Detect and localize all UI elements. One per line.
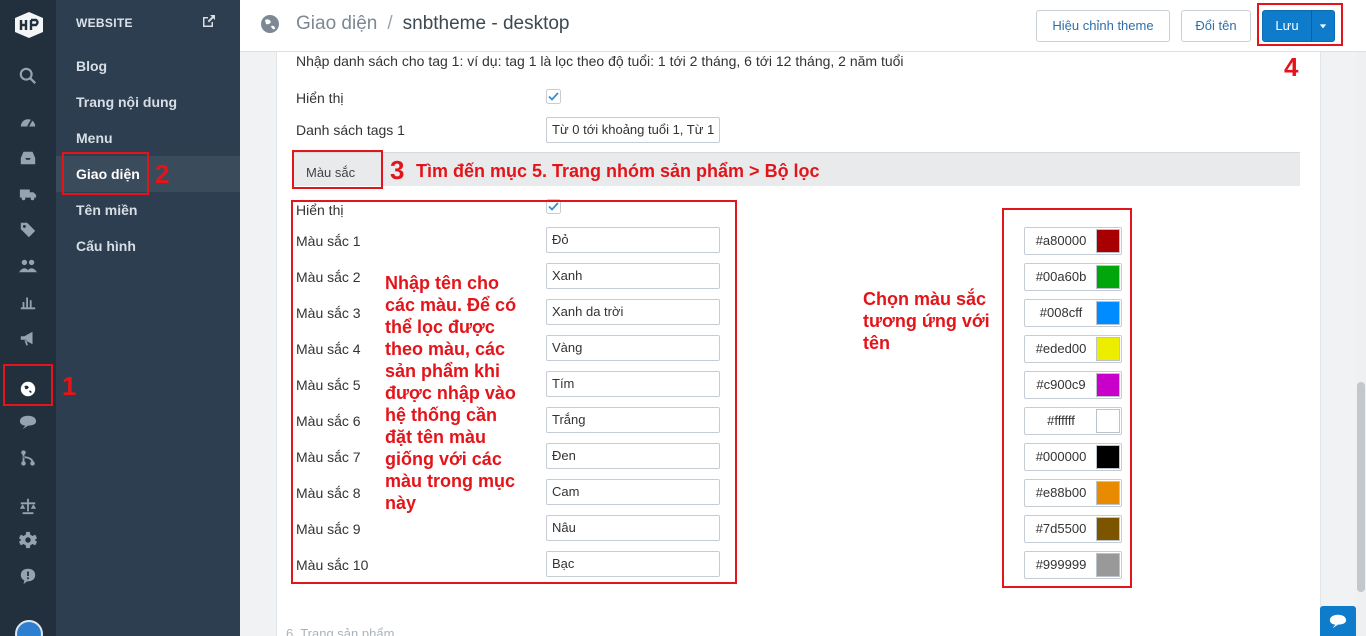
sidebar-item-blog[interactable]: Blog [56, 48, 240, 84]
sidebar-item-pages[interactable]: Trang nội dung [56, 84, 240, 120]
annotation-box-1 [3, 364, 53, 406]
dashboard-icon[interactable] [14, 110, 42, 134]
icon-rail [0, 0, 56, 636]
annotation-colors-note: Chọn màu sắc tương ứng với tên [863, 289, 990, 353]
avatar[interactable] [15, 620, 43, 636]
scrollbar-thumb[interactable] [1357, 382, 1365, 592]
inbox-icon[interactable] [14, 146, 42, 170]
sidebar-item-settings[interactable]: Cấu hình [56, 228, 240, 264]
megaphone-icon[interactable] [14, 326, 42, 350]
tags-list-input[interactable]: Từ 0 tới khoảng tuổi 1, Từ 1 [546, 117, 720, 143]
alert-icon[interactable] [14, 564, 42, 588]
breadcrumb-separator: / [387, 13, 393, 34]
page-title: snbtheme - desktop [402, 13, 570, 34]
annotation-number-4: 4 [1284, 52, 1299, 82]
branch-icon[interactable] [14, 446, 42, 470]
annotation-box-4 [1257, 3, 1343, 46]
annotation-number-1: 1 [62, 371, 77, 401]
search-icon[interactable] [14, 64, 42, 88]
tags-list-label: Danh sách tags 1 [296, 122, 405, 138]
annotation-number-2: 2 [155, 159, 170, 189]
breadcrumb-root[interactable]: Giao diện [296, 13, 377, 34]
annotation-step3-text: Tìm đến mục 5. Trang nhóm sản phẩm > Bộ … [416, 161, 820, 181]
page-header: Giao diện / snbtheme - desktop Hiệu chỉnh … [240, 0, 1366, 52]
sidebar-item-domains[interactable]: Tên miền [56, 192, 240, 228]
tag-icon[interactable] [14, 218, 42, 242]
edit-theme-button[interactable]: Hiệu chỉnh theme [1036, 10, 1170, 42]
external-link-icon[interactable] [202, 14, 216, 28]
chat-icon[interactable] [14, 410, 42, 434]
breadcrumb: Giao diện / snbtheme - desktop [296, 13, 570, 35]
chat-icon [1329, 614, 1347, 629]
gear-icon[interactable] [14, 528, 42, 552]
truck-icon[interactable] [14, 182, 42, 206]
rename-button[interactable]: Đổi tên [1181, 10, 1251, 42]
annotation-number-3: 3 [390, 155, 405, 185]
scrollbar[interactable] [1356, 52, 1366, 636]
annotation-box-3 [292, 150, 383, 189]
sidebar-header: WEBSITE [76, 16, 133, 30]
scale-icon[interactable] [14, 494, 42, 518]
sidebar-item-menu[interactable]: Menu [56, 120, 240, 156]
globe-icon [261, 15, 279, 33]
annotation-box-color-codes [1002, 208, 1132, 588]
logo-icon[interactable] [12, 8, 46, 40]
annotation-names-note: Nhập tên cho các màu. Để có thể lọc được… [385, 273, 517, 513]
chat-button[interactable] [1320, 606, 1356, 636]
tag-instruction-text: Nhập danh sách cho tag 1: ví dụ: tag 1 l… [296, 53, 904, 69]
sidebar: WEBSITE Blog Trang nội dung Menu Giao di… [56, 0, 240, 636]
show-label: Hiển thị [296, 90, 344, 106]
annotation-box-2 [62, 152, 149, 195]
chart-icon[interactable] [14, 290, 42, 314]
users-icon[interactable] [14, 254, 42, 278]
next-section-header[interactable]: 6. Trang sản phẩm [286, 626, 394, 636]
checkbox-icon[interactable] [546, 89, 561, 104]
